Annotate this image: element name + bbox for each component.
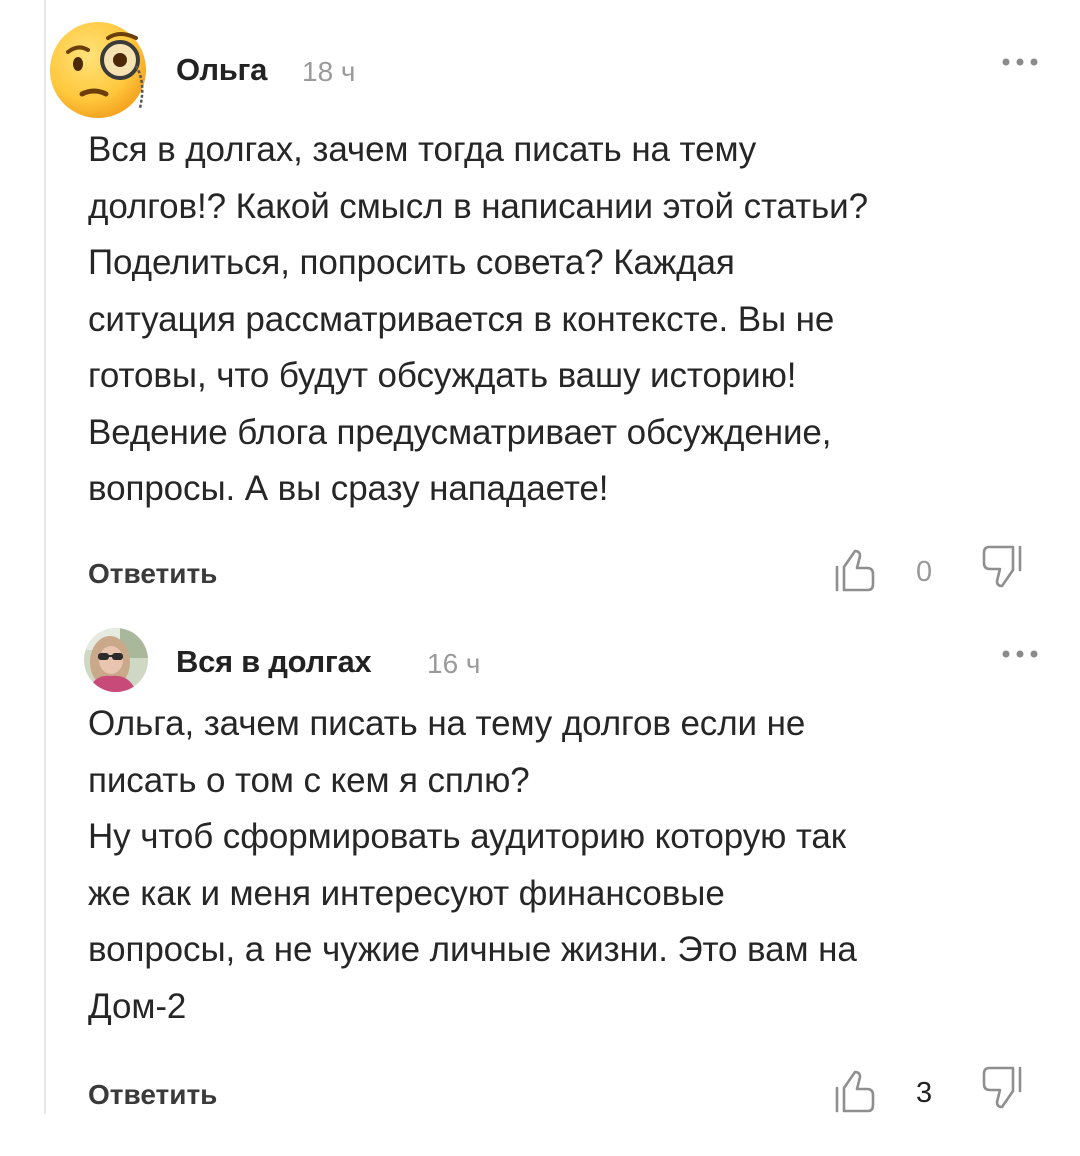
monocle-face-emoji-avatar[interactable]	[48, 12, 164, 128]
comment-author[interactable]: Ольга	[176, 52, 267, 88]
thumb-up-icon[interactable]	[834, 1069, 876, 1113]
like-count: 0	[916, 555, 933, 588]
more-dots-icon[interactable]	[1000, 56, 1040, 68]
comment-author[interactable]: Вся в долгах	[176, 644, 372, 680]
comment-time: 18 ч	[302, 56, 356, 87]
comment-text: Ольга, зачем писать на тему долгов если …	[88, 704, 857, 1026]
comment-time: 16 ч	[427, 648, 481, 679]
comment-header: Ольга 18 ч	[50, 12, 1050, 122]
thumb-down-icon[interactable]	[980, 544, 1024, 592]
like-count: 3	[916, 1077, 933, 1109]
thumb-down-icon[interactable]	[980, 1065, 1024, 1113]
comment: Вся в долгах 16 ч Ольга, зачем писать на…	[80, 628, 1050, 1139]
comment-actions: Ответить 0	[80, 545, 1050, 618]
comment-actions: Ответить 3	[80, 1066, 1050, 1139]
comment-header: Вся в долгах 16 ч	[80, 628, 1050, 696]
more-dots-icon[interactable]	[1000, 648, 1040, 660]
thumb-up-icon[interactable]	[834, 548, 876, 592]
thread-line	[44, 0, 46, 1114]
reply-button[interactable]: Ответить	[88, 1079, 217, 1111]
reply-button[interactable]: Ответить	[88, 558, 217, 590]
comment-text: Вся в долгах, зачем тогда писать на тему…	[88, 130, 868, 508]
comment: Ольга 18 ч Вся в долгах, зачем тогда пис…	[50, 12, 1050, 618]
user-photo-avatar[interactable]	[84, 628, 148, 692]
